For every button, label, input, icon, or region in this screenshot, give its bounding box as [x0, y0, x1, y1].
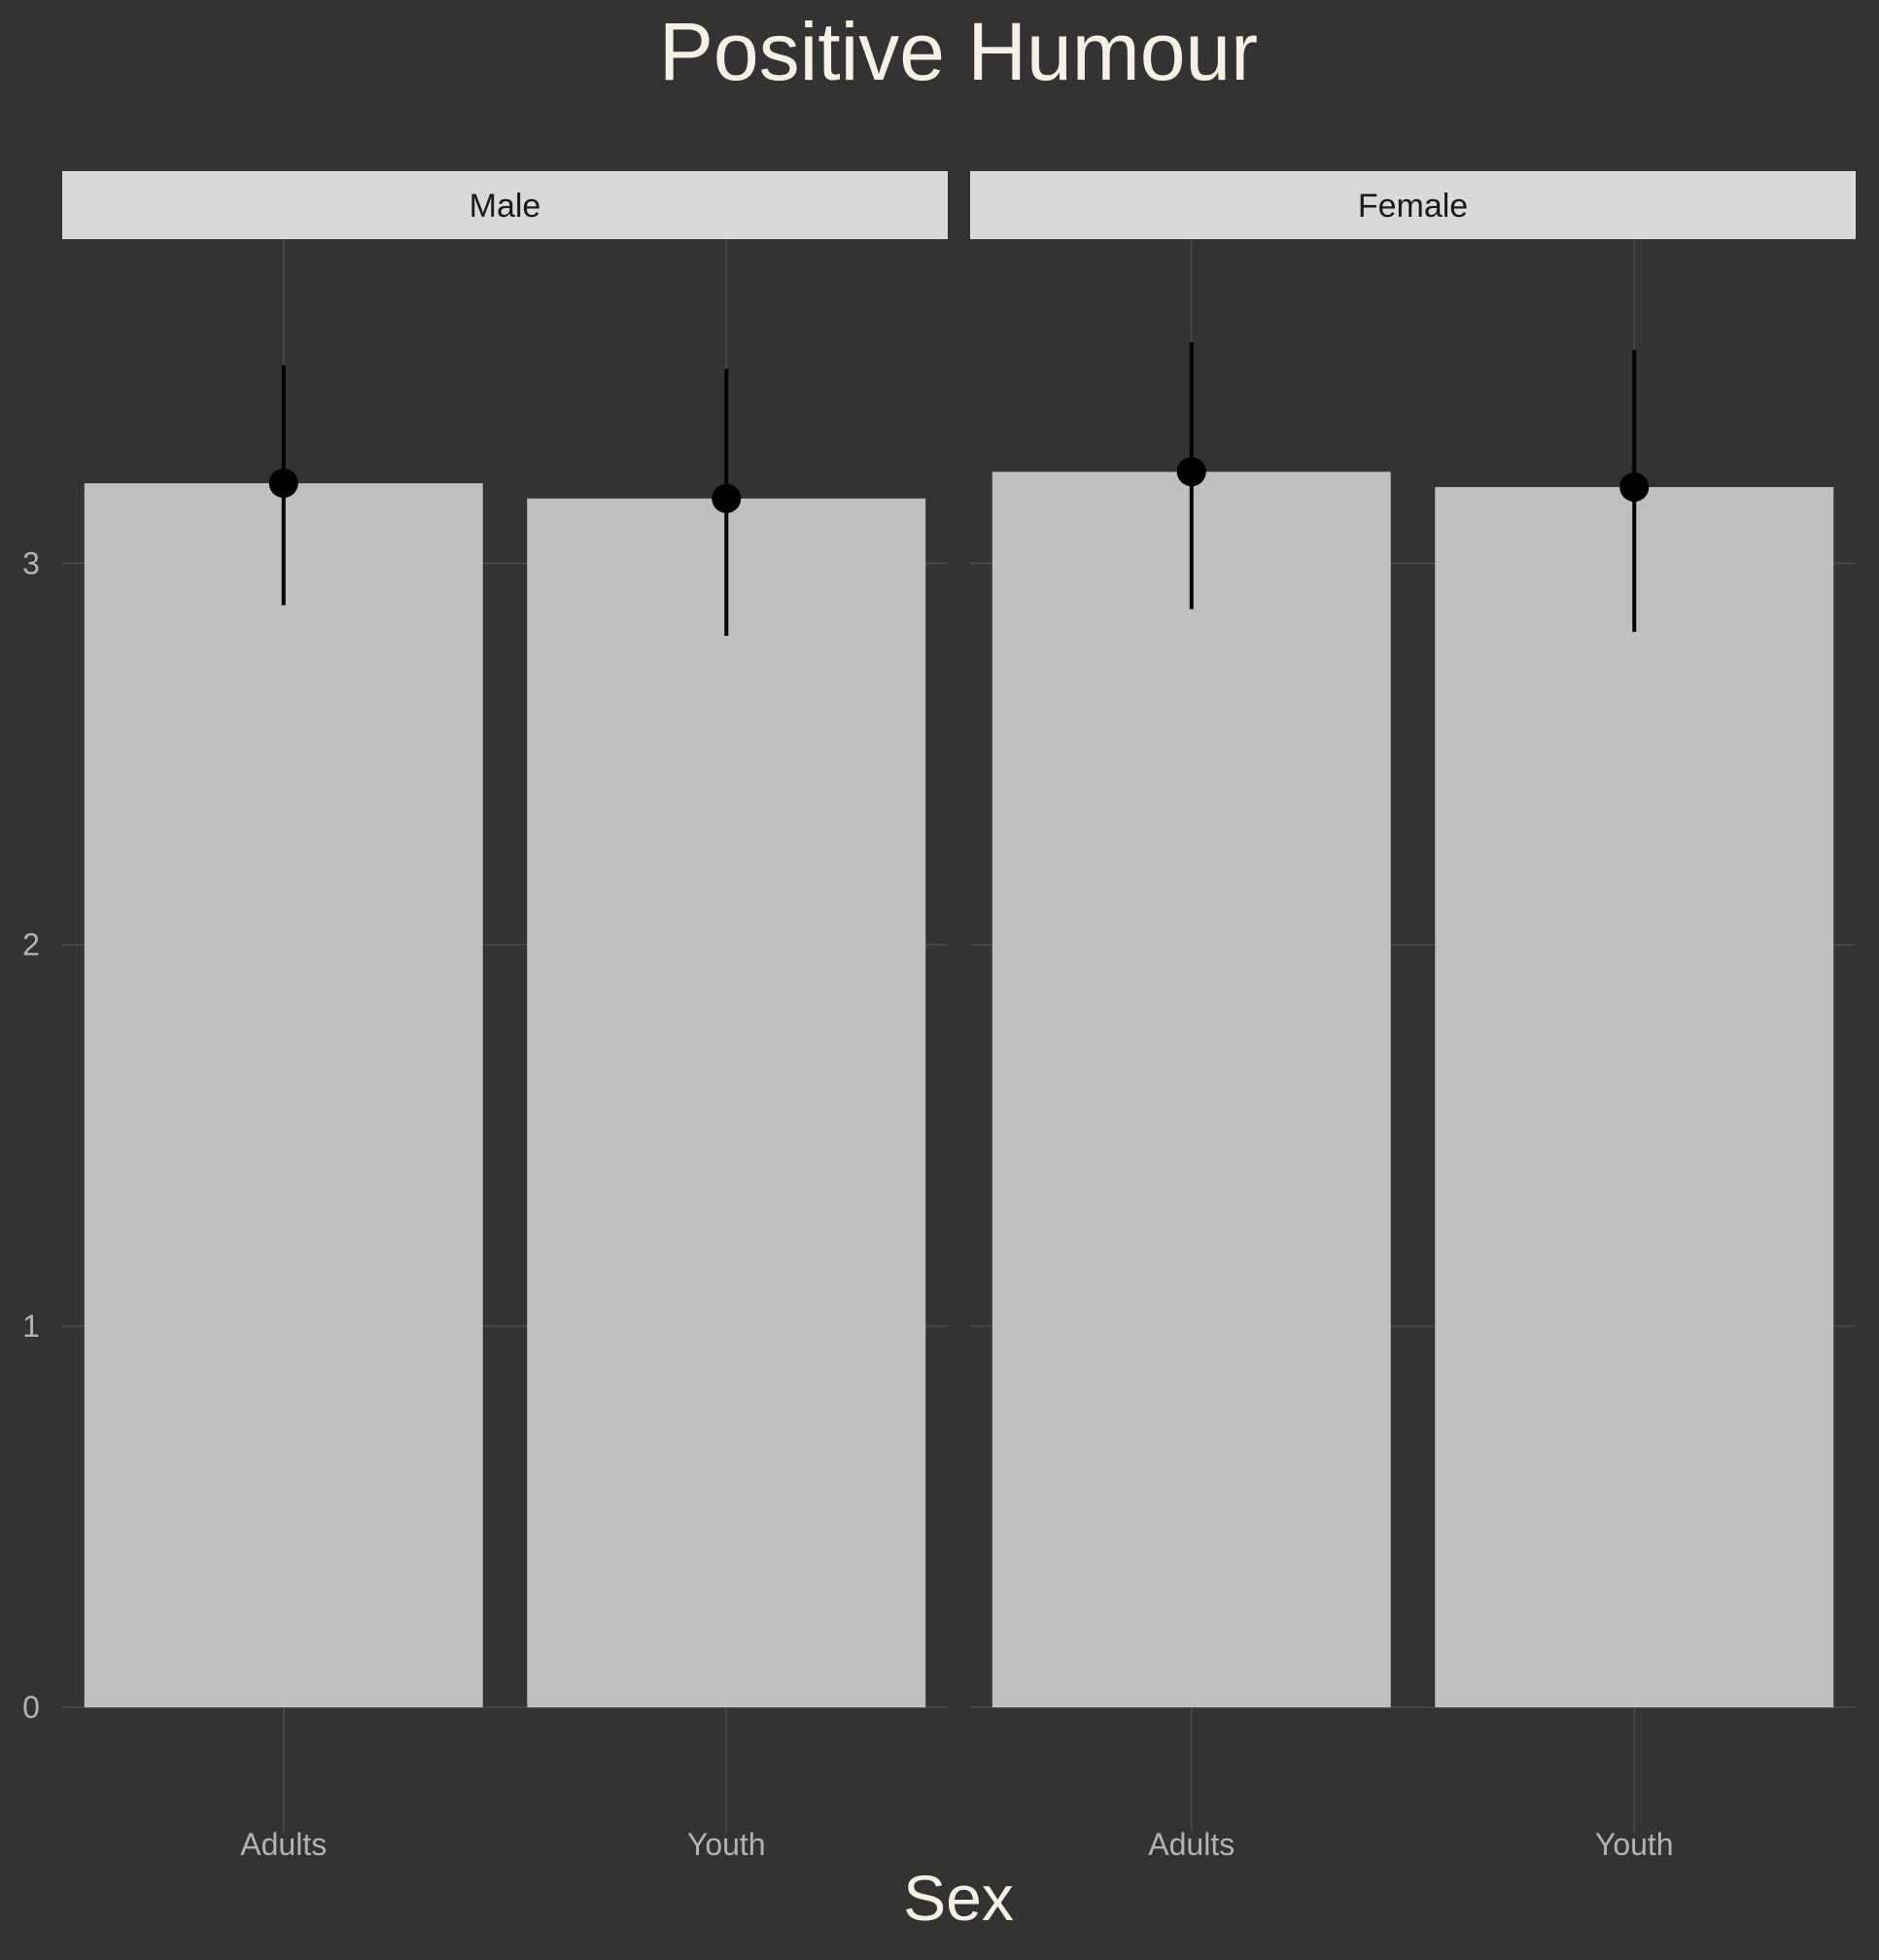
bar-male-youth — [527, 498, 926, 1708]
mean-point — [1176, 457, 1206, 487]
bar-female-youth — [1435, 486, 1834, 1708]
facet-panel-female: Female Adults Youth — [970, 171, 1856, 1862]
y-axis: 0 1 2 3 — [22, 545, 40, 1725]
y-tick-label: 0 — [22, 1690, 40, 1725]
mean-point — [1619, 472, 1650, 502]
facet-strip-label: Male — [470, 188, 541, 225]
x-axis-title: Sex — [903, 1862, 1014, 1934]
y-tick-label: 3 — [22, 545, 40, 580]
facet-panel-male: Male Adults Youth — [62, 171, 948, 1862]
facet-strip-label: Female — [1358, 188, 1468, 225]
x-tick-label: Adults — [240, 1827, 327, 1862]
mean-point — [712, 483, 742, 513]
y-tick-label: 2 — [22, 928, 40, 962]
facet-panels: Male Adults Youth Female Adults Youth — [62, 171, 1856, 1862]
chart-title: Positive Humour — [659, 6, 1258, 97]
x-tick-label: Youth — [1595, 1827, 1674, 1862]
x-tick-label: Youth — [687, 1827, 766, 1862]
y-tick-label: 1 — [22, 1309, 40, 1344]
mean-point — [268, 469, 298, 499]
x-tick-label: Adults — [1148, 1827, 1235, 1862]
bar-female-adults — [992, 472, 1391, 1708]
chart-canvas: Positive Humour Male Adults Youth Female Adu… — [22, 6, 1856, 1934]
bar-male-adults — [84, 483, 483, 1708]
